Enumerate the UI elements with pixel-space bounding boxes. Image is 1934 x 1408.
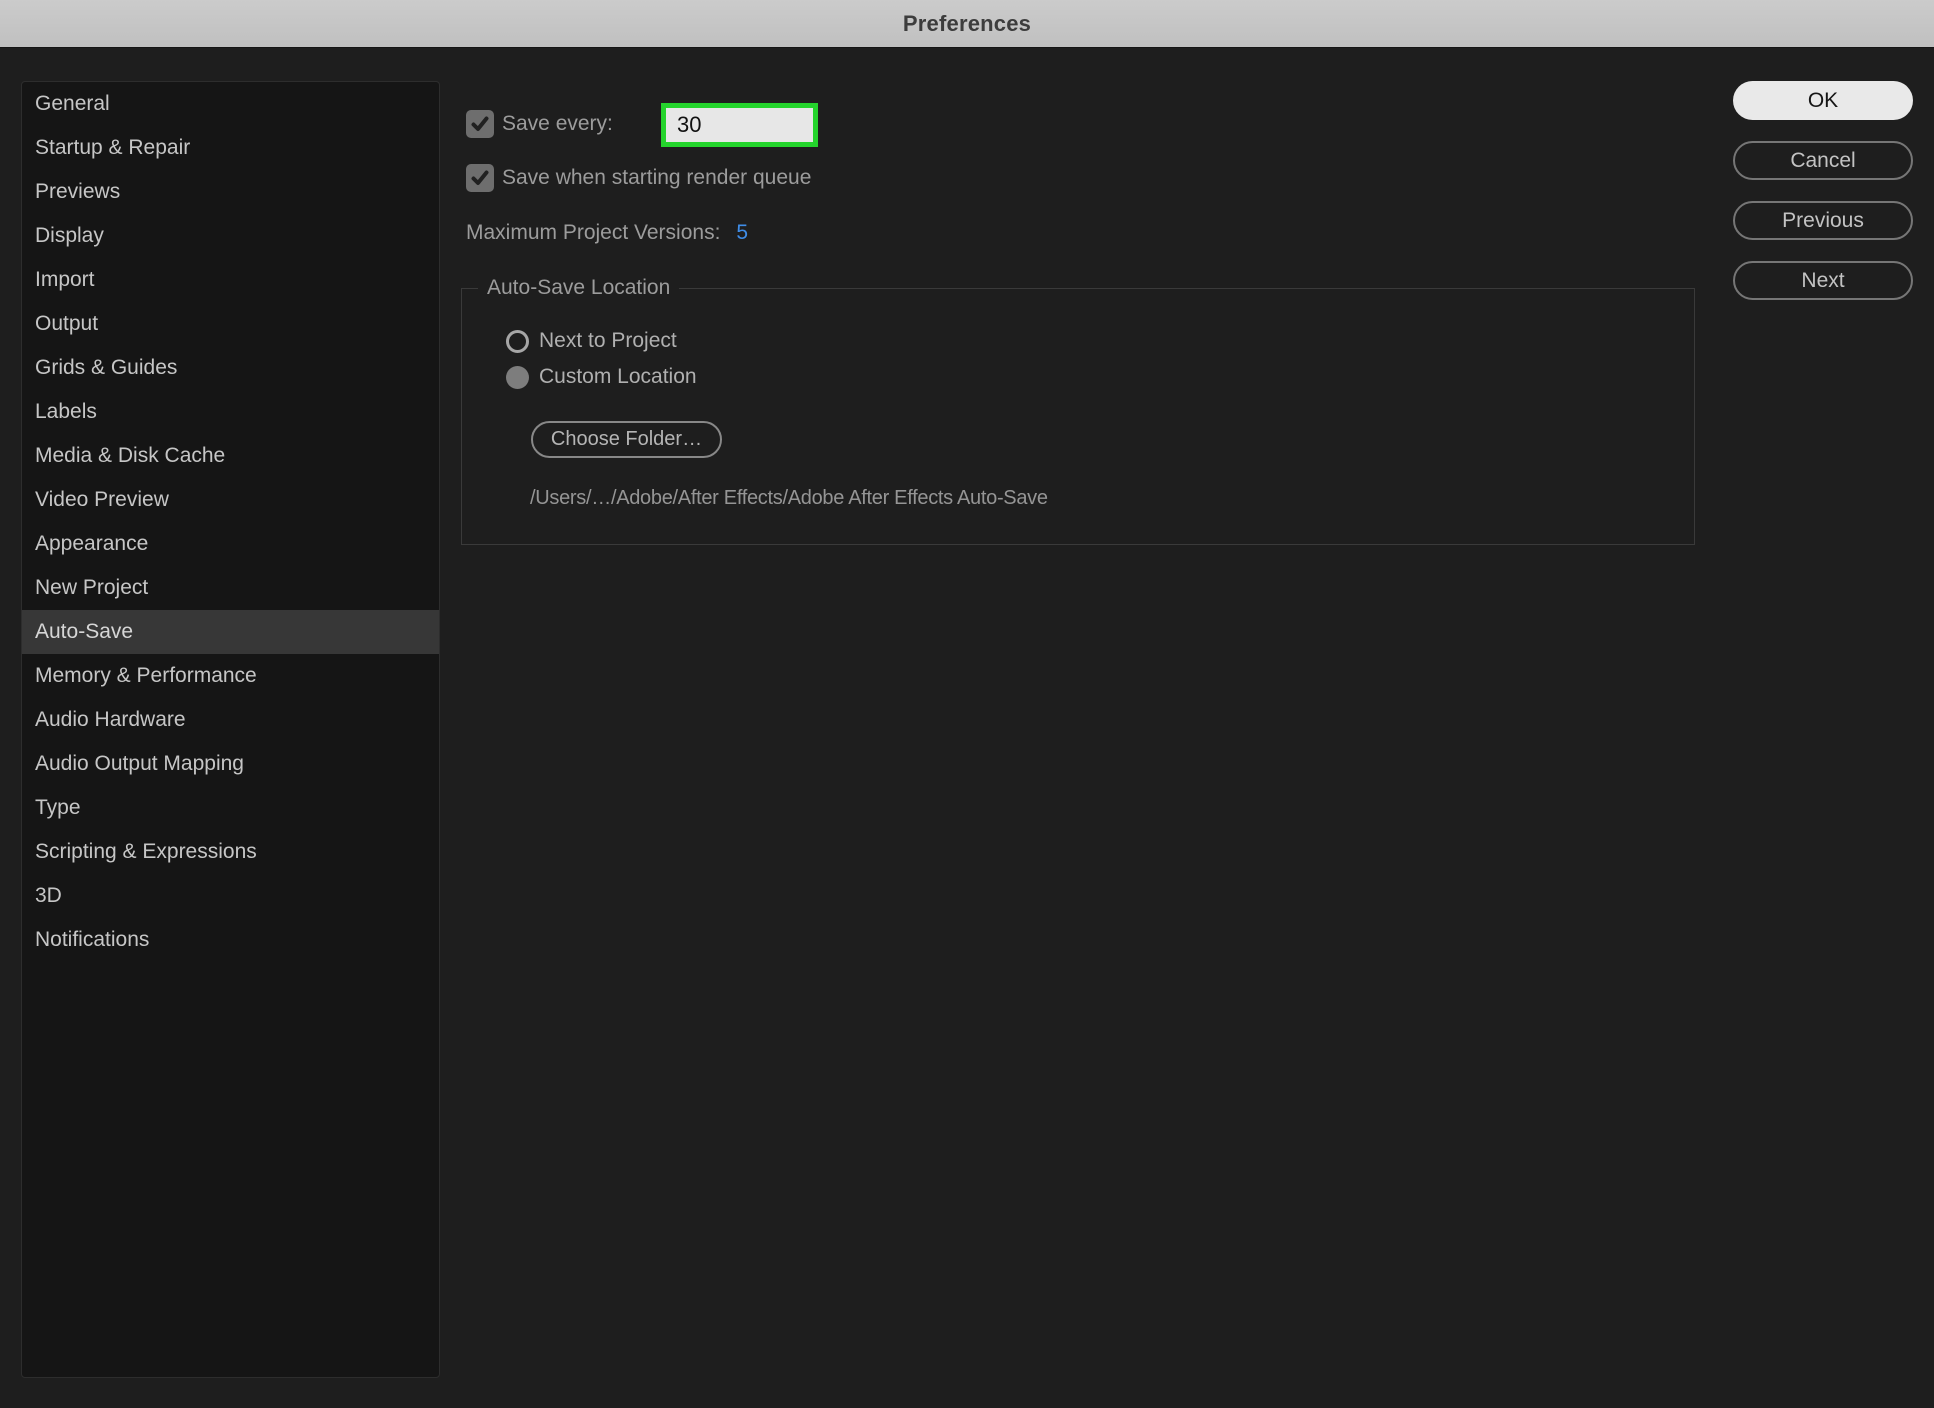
save-every-checkbox[interactable] (466, 110, 494, 138)
sidebar-item-audio-output-mapping[interactable]: Audio Output Mapping (22, 742, 439, 786)
dialog-title: Preferences (903, 11, 1031, 37)
cancel-button[interactable]: Cancel (1733, 141, 1913, 180)
checkmark-icon (470, 114, 490, 134)
save-render-queue-checkbox[interactable] (466, 164, 494, 192)
sidebar-item-grids-guides[interactable]: Grids & Guides (22, 346, 439, 390)
sidebar-item-labels[interactable]: Labels (22, 390, 439, 434)
sidebar-item-appearance[interactable]: Appearance (22, 522, 439, 566)
sidebar-item-type[interactable]: Type (22, 786, 439, 830)
max-versions-label: Maximum Project Versions: (466, 221, 720, 245)
ok-button[interactable]: OK (1733, 81, 1913, 120)
sidebar-item-audio-hardware[interactable]: Audio Hardware (22, 698, 439, 742)
next-to-project-radio[interactable] (506, 330, 529, 353)
next-to-project-radio-label[interactable]: Next to Project (539, 329, 677, 353)
sidebar-item-new-project[interactable]: New Project (22, 566, 439, 610)
sidebar-item-startup-repair[interactable]: Startup & Repair (22, 126, 439, 170)
sidebar-item-general[interactable]: General (22, 82, 439, 126)
next-to-project-radio-row: Next to Project (506, 329, 677, 353)
sidebar-item-memory-performance[interactable]: Memory & Performance (22, 654, 439, 698)
save-every-label[interactable]: Save every: (502, 112, 613, 136)
next-button[interactable]: Next (1733, 261, 1913, 300)
titlebar: Preferences (0, 0, 1934, 48)
sidebar-item-auto-save[interactable]: Auto-Save (22, 610, 439, 654)
sidebar-item-display[interactable]: Display (22, 214, 439, 258)
sidebar-item-video-preview[interactable]: Video Preview (22, 478, 439, 522)
preferences-category-list: General Startup & Repair Previews Displa… (21, 81, 440, 1378)
save-render-queue-row: Save when starting render queue (466, 156, 811, 200)
max-versions-value[interactable]: 5 (736, 221, 748, 245)
sidebar-item-scripting-expressions[interactable]: Scripting & Expressions (22, 830, 439, 874)
sidebar-item-previews[interactable]: Previews (22, 170, 439, 214)
auto-save-path: /Users/…/Adobe/After Effects/Adobe After… (530, 487, 1048, 510)
auto-save-location-group-title: Auto-Save Location (478, 276, 679, 300)
max-versions-row: Maximum Project Versions: 5 (466, 211, 748, 255)
save-every-input[interactable] (661, 103, 818, 147)
save-render-queue-label[interactable]: Save when starting render queue (502, 166, 811, 190)
custom-location-radio-row: Custom Location (506, 365, 697, 389)
custom-location-radio-label[interactable]: Custom Location (539, 365, 697, 389)
sidebar-item-notifications[interactable]: Notifications (22, 918, 439, 962)
save-every-row: Save every: (466, 102, 613, 146)
previous-button[interactable]: Previous (1733, 201, 1913, 240)
checkmark-icon (470, 168, 490, 188)
sidebar-item-output[interactable]: Output (22, 302, 439, 346)
custom-location-radio[interactable] (506, 366, 529, 389)
sidebar-item-import[interactable]: Import (22, 258, 439, 302)
sidebar-item-3d[interactable]: 3D (22, 874, 439, 918)
sidebar-item-media-disk-cache[interactable]: Media & Disk Cache (22, 434, 439, 478)
auto-save-location-group: Auto-Save Location Next to Project Custo… (461, 288, 1695, 545)
choose-folder-button[interactable]: Choose Folder… (531, 421, 722, 458)
